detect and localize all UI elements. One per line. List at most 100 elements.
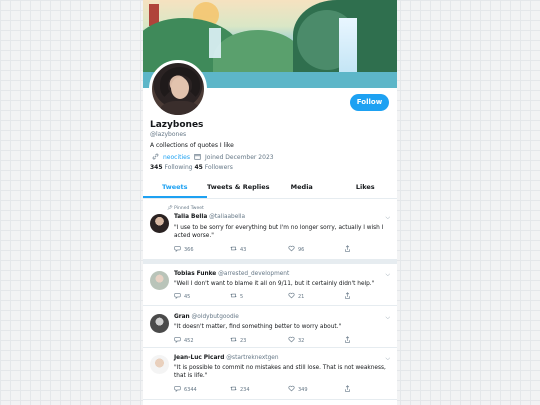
chevron-down-icon[interactable]: ⌵ bbox=[385, 314, 390, 322]
tweet-actions: 366 43 96 bbox=[174, 245, 354, 254]
tweet-text: "It doesn't matter, find something bette… bbox=[174, 324, 342, 330]
pin-icon: 📌︎ bbox=[167, 206, 173, 211]
profile-meta: neocities Joined December 2023 bbox=[152, 153, 274, 162]
share-icon bbox=[344, 245, 351, 254]
reply-button[interactable]: 366 bbox=[174, 245, 194, 254]
heart-icon bbox=[288, 336, 295, 345]
tweet-author-name: Jean-Luc Picard bbox=[174, 355, 225, 361]
tab-tweets[interactable]: Tweets bbox=[143, 180, 207, 198]
retweet-icon bbox=[230, 292, 237, 301]
avatar-face bbox=[171, 77, 189, 99]
retweet-count: 43 bbox=[240, 246, 247, 253]
tweet-avatar[interactable] bbox=[150, 314, 169, 333]
share-button[interactable] bbox=[344, 385, 351, 394]
reply-button[interactable]: 45 bbox=[174, 292, 190, 301]
profile-column: Follow Lazybones @lazybones A collection… bbox=[143, 0, 397, 405]
heart-icon bbox=[288, 292, 295, 301]
followers-label: Followers bbox=[204, 164, 233, 171]
pinned-text: Pinned Tweet bbox=[174, 206, 204, 211]
tweet-item[interactable]: 📌︎ Pinned Tweet Talia Bella @taliaabella… bbox=[143, 200, 397, 260]
tweet-author[interactable]: Talia Bella @taliaabella bbox=[174, 214, 245, 220]
following-link[interactable]: 345 Following bbox=[150, 164, 193, 171]
retweet-button[interactable]: 234 bbox=[230, 385, 250, 394]
chevron-down-icon[interactable]: ⌵ bbox=[385, 214, 390, 222]
share-button[interactable] bbox=[344, 292, 351, 301]
retweet-icon bbox=[230, 385, 237, 394]
tweet-item[interactable]: Jean-Luc Picard @startreknextgen ⌵ "It i… bbox=[143, 348, 397, 400]
tweet-item[interactable]: Gran @oldybutgoodie ⌵ "It doesn't matter… bbox=[143, 306, 397, 348]
tab-media[interactable]: Media bbox=[270, 180, 334, 198]
tweet-avatar[interactable] bbox=[150, 355, 169, 374]
banner-small-waterfall bbox=[209, 28, 221, 58]
followers-link[interactable]: 45 Followers bbox=[194, 164, 232, 171]
tweet-author-name: Gran bbox=[174, 314, 190, 320]
calendar-icon bbox=[194, 153, 201, 162]
chevron-down-icon[interactable]: ⌵ bbox=[385, 355, 390, 363]
retweet-button[interactable]: 23 bbox=[230, 336, 246, 345]
reply-count: 6344 bbox=[184, 386, 197, 393]
reply-count: 452 bbox=[184, 337, 194, 344]
retweet-button[interactable]: 43 bbox=[230, 245, 246, 254]
share-button[interactable] bbox=[344, 336, 351, 345]
like-count: 21 bbox=[298, 293, 305, 300]
tweet-author[interactable]: Gran @oldybutgoodie bbox=[174, 314, 239, 320]
like-count: 32 bbox=[298, 337, 305, 344]
followers-count: 45 bbox=[194, 164, 203, 171]
reply-button[interactable]: 6344 bbox=[174, 385, 197, 394]
profile-tabs: Tweets Tweets & Replies Media Likes bbox=[143, 180, 397, 199]
tweet-actions: 6344 234 349 bbox=[174, 385, 354, 394]
like-button[interactable]: 21 bbox=[288, 292, 304, 301]
share-button[interactable] bbox=[344, 245, 351, 254]
reply-count: 366 bbox=[184, 246, 194, 253]
tweet-author-name: Tobias Funke bbox=[174, 271, 217, 277]
following-count: 345 bbox=[150, 164, 163, 171]
tweet-avatar[interactable] bbox=[150, 214, 169, 233]
tweet-author-handle: @arrested_development bbox=[218, 271, 290, 277]
reply-icon bbox=[174, 385, 181, 394]
retweet-icon bbox=[230, 245, 237, 254]
profile-handle: @lazybones bbox=[150, 131, 187, 138]
chevron-down-icon[interactable]: ⌵ bbox=[385, 271, 390, 279]
tweet-author-handle: @taliaabella bbox=[209, 214, 246, 220]
reply-icon bbox=[174, 292, 181, 301]
link-icon bbox=[152, 153, 159, 162]
like-button[interactable]: 349 bbox=[288, 385, 308, 394]
tweet-item[interactable]: Tobias Funke @arrested_development ⌵ "We… bbox=[143, 264, 397, 306]
tweet-actions: 45 5 21 bbox=[174, 292, 354, 301]
like-button[interactable]: 96 bbox=[288, 245, 304, 254]
reply-button[interactable]: 452 bbox=[174, 336, 194, 345]
like-button[interactable]: 32 bbox=[288, 336, 304, 345]
profile-display-name: Lazybones bbox=[150, 120, 204, 130]
tweet-author[interactable]: Tobias Funke @arrested_development bbox=[174, 271, 289, 277]
heart-icon bbox=[288, 385, 295, 394]
heart-icon bbox=[288, 245, 295, 254]
like-count: 349 bbox=[298, 386, 308, 393]
like-count: 96 bbox=[298, 246, 305, 253]
tweet-author-handle: @oldybutgoodie bbox=[191, 314, 239, 320]
share-icon bbox=[344, 336, 351, 345]
following-label: Following bbox=[164, 164, 193, 171]
reply-count: 45 bbox=[184, 293, 191, 300]
tweet-text: "Well I don't want to blame it all on 9/… bbox=[174, 281, 375, 287]
tweet-author[interactable]: Jean-Luc Picard @startreknextgen bbox=[174, 355, 279, 361]
tweet-author-name: Talia Bella bbox=[174, 214, 208, 220]
tweet-author-handle: @startreknextgen bbox=[226, 355, 279, 361]
tab-tweets-replies[interactable]: Tweets & Replies bbox=[207, 180, 271, 198]
retweet-count: 5 bbox=[240, 293, 244, 300]
banner-waterfall bbox=[339, 18, 357, 80]
share-icon bbox=[344, 385, 351, 394]
tweet-text: "I use to be sorry for everything but I'… bbox=[174, 225, 384, 239]
tweet-avatar[interactable] bbox=[150, 271, 169, 290]
reply-icon bbox=[174, 336, 181, 345]
profile-joined: Joined December 2023 bbox=[204, 154, 274, 161]
share-icon bbox=[344, 292, 351, 301]
retweet-count: 234 bbox=[240, 386, 250, 393]
follow-button[interactable]: Follow bbox=[350, 94, 389, 111]
pinned-label: 📌︎ Pinned Tweet bbox=[167, 206, 204, 211]
retweet-button[interactable]: 5 bbox=[230, 292, 243, 301]
avatar-body bbox=[160, 101, 200, 115]
tab-likes[interactable]: Likes bbox=[334, 180, 398, 198]
profile-avatar[interactable] bbox=[149, 60, 207, 118]
profile-link[interactable]: neocities bbox=[163, 154, 190, 161]
reply-icon bbox=[174, 245, 181, 254]
